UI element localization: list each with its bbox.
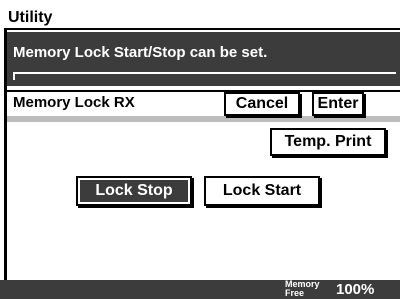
- temp-print-button[interactable]: Temp. Print: [270, 128, 386, 156]
- panel-title: Memory Lock RX: [13, 94, 135, 111]
- message-frame: [13, 72, 396, 80]
- page-title: Utility: [4, 6, 400, 30]
- memory-free-label: Memory Free: [285, 280, 320, 298]
- cancel-button[interactable]: Cancel: [224, 92, 300, 116]
- panel-divider: [7, 116, 400, 122]
- status-bar: Memory Free 100%: [0, 280, 400, 299]
- screen: Utility Memory Lock Start/Stop can be se…: [0, 0, 400, 299]
- memory-value: 100%: [336, 281, 375, 298]
- lock-start-button[interactable]: Lock Start: [204, 176, 320, 206]
- message-banner: Memory Lock Start/Stop can be set.: [7, 32, 400, 86]
- enter-button[interactable]: Enter: [312, 92, 364, 116]
- lock-stop-button[interactable]: Lock Stop: [76, 176, 192, 206]
- free-label: Free: [285, 288, 305, 298]
- message-text: Memory Lock Start/Stop can be set.: [13, 44, 268, 61]
